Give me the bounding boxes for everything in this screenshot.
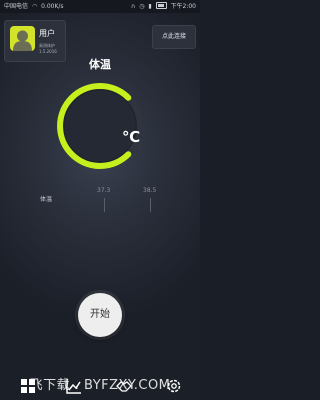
headphones-icon: ∩ xyxy=(130,3,136,10)
tick-value: 37.3 xyxy=(97,187,111,194)
network-speed: 0.00K/s xyxy=(41,3,64,10)
handshake-icon[interactable] xyxy=(116,378,132,394)
chart-icon[interactable] xyxy=(66,378,82,394)
start-button[interactable]: 开始 xyxy=(78,293,122,337)
app-screen: 中国电信 ◠ 0.00K/s ∩ ◷ ▮ 下午2:00 用户 易测体护 1.5.… xyxy=(0,0,200,400)
version-line-2: 1.5.2016 xyxy=(39,49,57,54)
settings-icon[interactable] xyxy=(166,378,182,394)
user-silhouette-icon xyxy=(13,30,32,51)
connect-button[interactable]: 点此连接 xyxy=(152,25,196,49)
status-bar: 中国电信 ◠ 0.00K/s ∩ ◷ ▮ 下午2:00 xyxy=(0,0,200,13)
reading-label: 体温 xyxy=(40,196,53,203)
temperature-gauge xyxy=(48,74,152,178)
user-name: 用户 xyxy=(39,29,55,38)
page-title: 体温 xyxy=(89,58,111,71)
clock-text: 下午2:00 xyxy=(170,3,196,10)
unit-label: ℃ xyxy=(122,128,141,146)
bottom-nav xyxy=(0,372,200,400)
alarm-icon: ◷ xyxy=(139,3,145,10)
wifi-icon: ◠ xyxy=(31,3,38,10)
avatar xyxy=(10,26,35,51)
tick-value: 38.5 xyxy=(143,187,157,194)
home-icon[interactable] xyxy=(20,378,36,394)
carrier-text: 中国电信 xyxy=(4,3,29,10)
tick-line xyxy=(104,198,105,212)
signal-icon: ▮ xyxy=(148,3,152,10)
battery-icon xyxy=(155,2,167,9)
tick-line xyxy=(150,198,151,212)
